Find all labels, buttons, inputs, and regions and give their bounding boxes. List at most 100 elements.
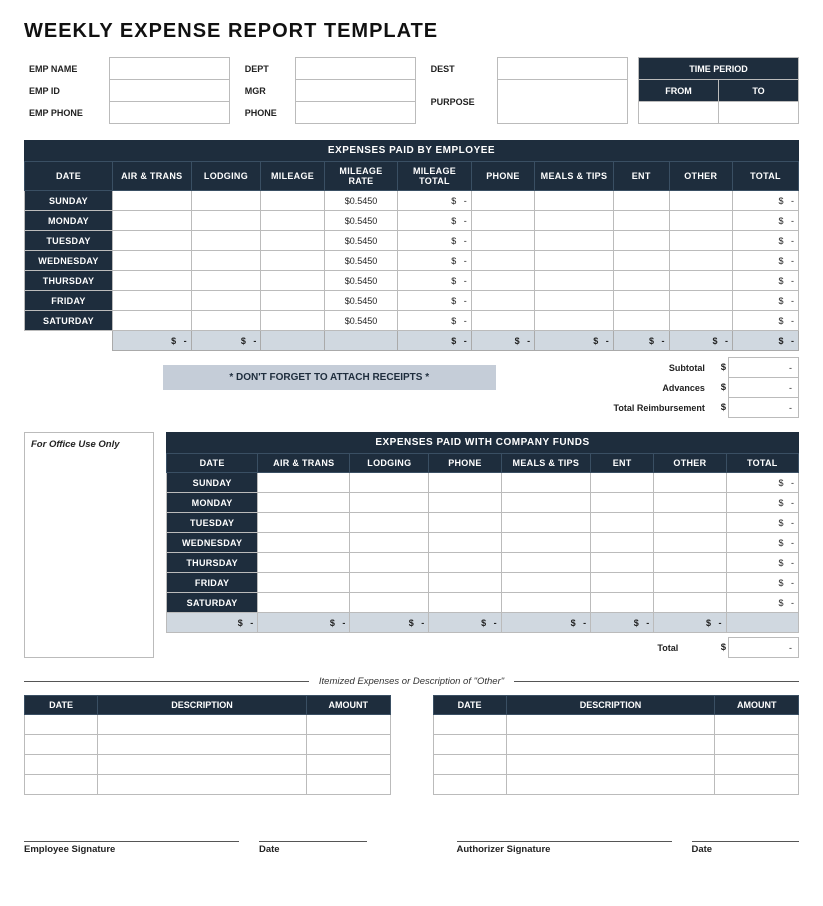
ent-cell[interactable] bbox=[613, 231, 669, 251]
item-amount-r[interactable] bbox=[715, 715, 799, 735]
phone-cell[interactable] bbox=[471, 191, 534, 211]
item-amount-l[interactable] bbox=[306, 755, 390, 775]
item-date-l[interactable] bbox=[25, 755, 98, 775]
item-desc-r[interactable] bbox=[506, 755, 715, 775]
mileage-cell[interactable] bbox=[261, 311, 324, 331]
co-air-trans-cell[interactable] bbox=[258, 573, 350, 593]
mgr-value[interactable] bbox=[295, 80, 415, 102]
item-date-l[interactable] bbox=[25, 735, 98, 755]
co-other-cell[interactable] bbox=[654, 533, 726, 553]
co-phone-cell[interactable] bbox=[429, 493, 501, 513]
air-trans-cell[interactable] bbox=[112, 291, 191, 311]
co-ent-cell[interactable] bbox=[591, 513, 654, 533]
lodging-cell[interactable] bbox=[191, 231, 261, 251]
co-lodging-cell[interactable] bbox=[350, 513, 429, 533]
co-ent-cell[interactable] bbox=[591, 593, 654, 613]
emp-phone-value[interactable] bbox=[109, 102, 229, 124]
meals-tips-cell[interactable] bbox=[535, 311, 614, 331]
purpose-value[interactable] bbox=[498, 80, 628, 124]
meals-tips-cell[interactable] bbox=[535, 211, 614, 231]
co-other-cell[interactable] bbox=[654, 513, 726, 533]
co-ent-cell[interactable] bbox=[591, 533, 654, 553]
other-cell[interactable] bbox=[669, 271, 732, 291]
other-cell[interactable] bbox=[669, 211, 732, 231]
item-date-r[interactable] bbox=[433, 775, 506, 795]
lodging-cell[interactable] bbox=[191, 271, 261, 291]
lodging-cell[interactable] bbox=[191, 251, 261, 271]
company-total-value[interactable]: - bbox=[729, 638, 799, 658]
ent-cell[interactable] bbox=[613, 251, 669, 271]
mileage-cell[interactable] bbox=[261, 231, 324, 251]
co-phone-cell[interactable] bbox=[429, 513, 501, 533]
item-amount-l[interactable] bbox=[306, 715, 390, 735]
co-lodging-cell[interactable] bbox=[350, 553, 429, 573]
item-amount-r[interactable] bbox=[715, 775, 799, 795]
item-desc-l[interactable] bbox=[98, 715, 307, 735]
co-other-cell[interactable] bbox=[654, 593, 726, 613]
air-trans-cell[interactable] bbox=[112, 191, 191, 211]
total-reimb-value[interactable]: - bbox=[729, 398, 799, 418]
item-desc-r[interactable] bbox=[506, 735, 715, 755]
other-cell[interactable] bbox=[669, 231, 732, 251]
ent-cell[interactable] bbox=[613, 271, 669, 291]
meals-tips-cell[interactable] bbox=[535, 271, 614, 291]
co-lodging-cell[interactable] bbox=[350, 573, 429, 593]
co-air-trans-cell[interactable] bbox=[258, 493, 350, 513]
co-phone-cell[interactable] bbox=[429, 473, 501, 493]
meals-tips-cell[interactable] bbox=[535, 191, 614, 211]
co-meals-tips-cell[interactable] bbox=[501, 573, 590, 593]
co-phone-cell[interactable] bbox=[429, 573, 501, 593]
air-trans-cell[interactable] bbox=[112, 251, 191, 271]
item-date-r[interactable] bbox=[433, 715, 506, 735]
air-trans-cell[interactable] bbox=[112, 211, 191, 231]
emp-name-value[interactable] bbox=[109, 58, 229, 80]
phone-cell[interactable] bbox=[471, 291, 534, 311]
item-date-l[interactable] bbox=[25, 715, 98, 735]
lodging-cell[interactable] bbox=[191, 311, 261, 331]
dept-value[interactable] bbox=[295, 58, 415, 80]
co-air-trans-cell[interactable] bbox=[258, 593, 350, 613]
co-ent-cell[interactable] bbox=[591, 573, 654, 593]
emp-id-value[interactable] bbox=[109, 80, 229, 102]
meals-tips-cell[interactable] bbox=[535, 291, 614, 311]
item-desc-r[interactable] bbox=[506, 775, 715, 795]
item-date-r[interactable] bbox=[433, 755, 506, 775]
co-meals-tips-cell[interactable] bbox=[501, 553, 590, 573]
item-desc-l[interactable] bbox=[98, 755, 307, 775]
item-amount-r[interactable] bbox=[715, 735, 799, 755]
item-amount-l[interactable] bbox=[306, 775, 390, 795]
co-meals-tips-cell[interactable] bbox=[501, 533, 590, 553]
co-phone-cell[interactable] bbox=[429, 553, 501, 573]
co-meals-tips-cell[interactable] bbox=[501, 473, 590, 493]
co-phone-cell[interactable] bbox=[429, 593, 501, 613]
co-phone-cell[interactable] bbox=[429, 533, 501, 553]
item-amount-l[interactable] bbox=[306, 735, 390, 755]
other-cell[interactable] bbox=[669, 191, 732, 211]
co-ent-cell[interactable] bbox=[591, 473, 654, 493]
co-other-cell[interactable] bbox=[654, 553, 726, 573]
item-desc-r[interactable] bbox=[506, 715, 715, 735]
meals-tips-cell[interactable] bbox=[535, 231, 614, 251]
mileage-cell[interactable] bbox=[261, 251, 324, 271]
ent-cell[interactable] bbox=[613, 211, 669, 231]
mileage-cell[interactable] bbox=[261, 291, 324, 311]
ent-cell[interactable] bbox=[613, 191, 669, 211]
phone-value[interactable] bbox=[295, 102, 415, 124]
item-desc-l[interactable] bbox=[98, 735, 307, 755]
ent-cell[interactable] bbox=[613, 311, 669, 331]
co-air-trans-cell[interactable] bbox=[258, 533, 350, 553]
ent-cell[interactable] bbox=[613, 291, 669, 311]
item-desc-l[interactable] bbox=[98, 775, 307, 795]
co-lodging-cell[interactable] bbox=[350, 533, 429, 553]
meals-tips-cell[interactable] bbox=[535, 251, 614, 271]
co-lodging-cell[interactable] bbox=[350, 593, 429, 613]
mileage-cell[interactable] bbox=[261, 211, 324, 231]
other-cell[interactable] bbox=[669, 251, 732, 271]
phone-cell[interactable] bbox=[471, 311, 534, 331]
dest-value[interactable] bbox=[498, 58, 628, 80]
co-meals-tips-cell[interactable] bbox=[501, 513, 590, 533]
co-other-cell[interactable] bbox=[654, 473, 726, 493]
air-trans-cell[interactable] bbox=[112, 271, 191, 291]
lodging-cell[interactable] bbox=[191, 291, 261, 311]
phone-cell[interactable] bbox=[471, 211, 534, 231]
